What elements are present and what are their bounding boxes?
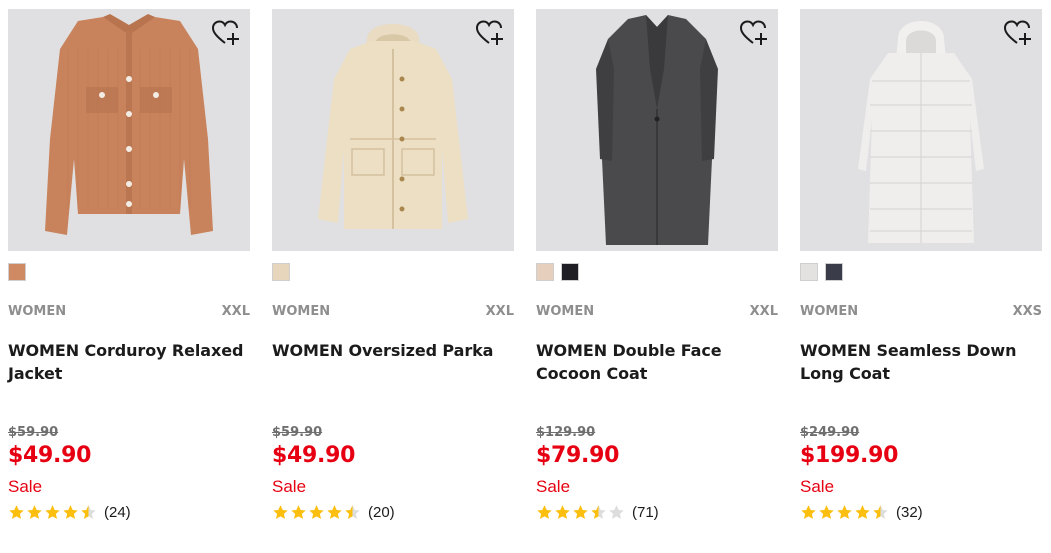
wishlist-add-icon[interactable]	[740, 20, 768, 46]
size-range: XXL	[485, 304, 514, 319]
sale-price: $49.90	[272, 443, 356, 468]
star-full-icon	[855, 504, 870, 519]
star-full-icon	[801, 504, 816, 519]
product-image[interactable]	[8, 9, 250, 251]
star-rating	[536, 504, 626, 521]
sale-price: $79.90	[536, 443, 620, 468]
color-swatches	[800, 263, 843, 283]
original-price: $59.90	[8, 425, 59, 440]
star-empty-icon	[609, 504, 624, 519]
star-full-icon	[27, 504, 42, 519]
product-image[interactable]	[536, 9, 778, 251]
product-name[interactable]: WOMEN Oversized Parka	[272, 339, 514, 362]
star-full-icon	[45, 504, 60, 519]
star-full-icon	[573, 504, 588, 519]
product-meta: WOMEN XXL	[536, 304, 778, 320]
original-price: $249.90	[800, 425, 860, 440]
color-swatch[interactable]	[536, 263, 554, 281]
rating: (71)	[536, 502, 659, 522]
product-image[interactable]	[800, 9, 1042, 251]
star-rating	[800, 504, 890, 521]
product-card[interactable]: WOMEN XXS WOMEN Seamless Down Long Coat …	[800, 0, 1042, 553]
star-full-icon	[309, 504, 324, 519]
sale-price: $199.90	[800, 443, 899, 468]
wishlist-add-icon[interactable]	[1004, 20, 1032, 46]
review-count[interactable]: (71)	[632, 504, 659, 521]
star-full-icon	[291, 504, 306, 519]
color-swatches	[536, 263, 579, 283]
product-meta: WOMEN XXL	[8, 304, 250, 320]
wishlist-add-icon[interactable]	[476, 20, 504, 46]
product-meta: WOMEN XXS	[800, 304, 1042, 320]
size-range: XXL	[749, 304, 778, 319]
rating: (20)	[272, 502, 395, 522]
size-range: XXS	[1012, 304, 1042, 319]
star-full-icon	[327, 504, 342, 519]
sale-flag: Sale	[272, 477, 307, 496]
product-card[interactable]: WOMEN XXL WOMEN Corduroy Relaxed Jacket …	[8, 0, 250, 553]
sale-flag: Sale	[8, 477, 43, 496]
product-card[interactable]: WOMEN XXL WOMEN Oversized Parka $59.90 $…	[272, 0, 514, 553]
product-name[interactable]: WOMEN Seamless Down Long Coat	[800, 339, 1042, 385]
star-rating	[8, 504, 98, 521]
gender-label: WOMEN	[8, 304, 67, 319]
rating: (24)	[8, 502, 131, 522]
review-count[interactable]: (20)	[368, 504, 395, 521]
color-swatch[interactable]	[272, 263, 290, 281]
color-swatches	[272, 263, 290, 283]
gender-label: WOMEN	[272, 304, 331, 319]
color-swatches	[8, 263, 26, 283]
sale-price: $49.90	[8, 443, 92, 468]
star-full-icon	[555, 504, 570, 519]
review-count[interactable]: (32)	[896, 504, 923, 521]
star-rating	[272, 504, 362, 521]
star-full-icon	[9, 504, 24, 519]
sale-flag: Sale	[800, 477, 835, 496]
product-name[interactable]: WOMEN Corduroy Relaxed Jacket	[8, 339, 250, 385]
color-swatch[interactable]	[561, 263, 579, 281]
product-name[interactable]: WOMEN Double Face Cocoon Coat	[536, 339, 778, 385]
wishlist-add-icon[interactable]	[212, 20, 240, 46]
star-half-icon	[873, 504, 888, 519]
product-meta: WOMEN XXL	[272, 304, 514, 320]
product-card[interactable]: WOMEN XXL WOMEN Double Face Cocoon Coat …	[536, 0, 778, 553]
star-half-icon	[591, 504, 606, 519]
star-full-icon	[837, 504, 852, 519]
star-full-icon	[819, 504, 834, 519]
color-swatch[interactable]	[8, 263, 26, 281]
star-full-icon	[63, 504, 78, 519]
original-price: $59.90	[272, 425, 323, 440]
original-price: $129.90	[536, 425, 596, 440]
star-full-icon	[273, 504, 288, 519]
gender-label: WOMEN	[536, 304, 595, 319]
product-image[interactable]	[272, 9, 514, 251]
gender-label: WOMEN	[800, 304, 859, 319]
color-swatch[interactable]	[800, 263, 818, 281]
color-swatch[interactable]	[825, 263, 843, 281]
star-half-icon	[81, 504, 96, 519]
product-grid: WOMEN XXL WOMEN Corduroy Relaxed Jacket …	[0, 0, 1051, 553]
star-full-icon	[537, 504, 552, 519]
size-range: XXL	[221, 304, 250, 319]
review-count[interactable]: (24)	[104, 504, 131, 521]
rating: (32)	[800, 502, 923, 522]
star-half-icon	[345, 504, 360, 519]
sale-flag: Sale	[536, 477, 571, 496]
